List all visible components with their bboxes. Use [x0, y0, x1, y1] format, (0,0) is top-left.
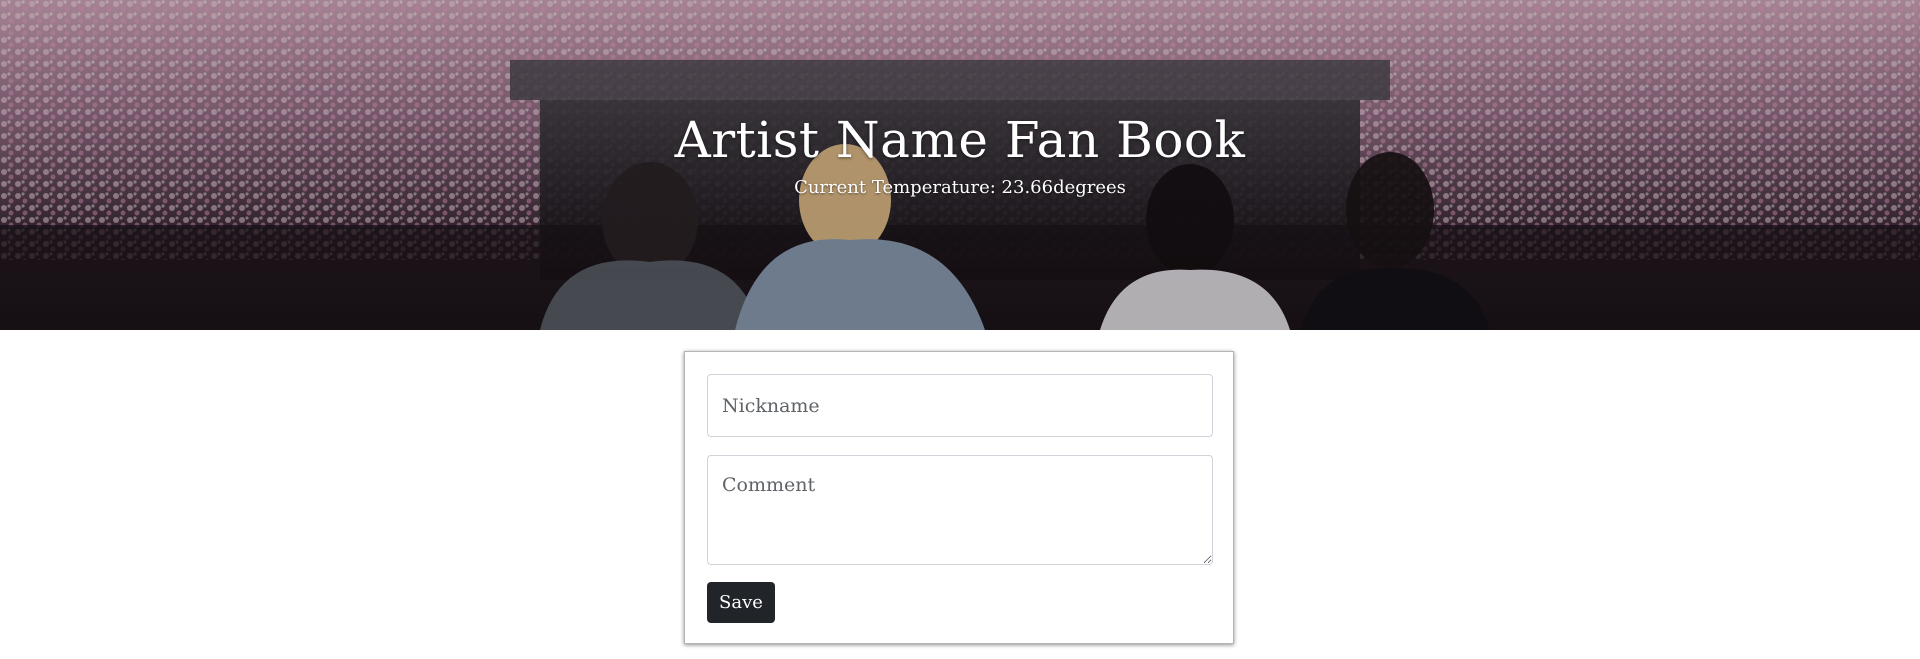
hero-banner: Artist Name Fan Book Current Temperature… — [0, 0, 1920, 330]
comment-textarea[interactable] — [707, 455, 1213, 565]
nickname-input[interactable] — [707, 374, 1213, 437]
hero-text: Artist Name Fan Book Current Temperature… — [0, 108, 1920, 200]
comment-form-card: Save — [684, 351, 1234, 644]
save-button[interactable]: Save — [707, 582, 775, 623]
page-title: Artist Name Fan Book — [674, 111, 1246, 169]
temperature-text: Current Temperature: 23.66degrees — [794, 177, 1126, 198]
